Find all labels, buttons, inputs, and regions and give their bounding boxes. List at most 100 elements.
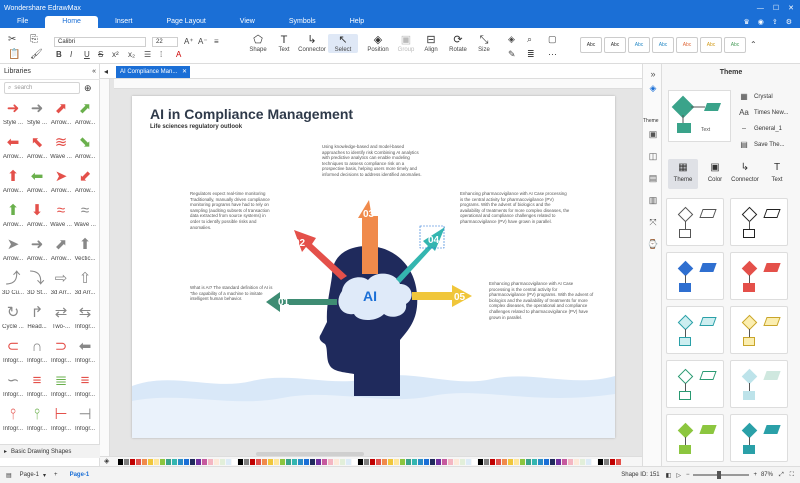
cut-icon[interactable]: ✂ — [8, 34, 16, 45]
library-shape[interactable]: ⬈ Arrow... — [73, 98, 97, 132]
theme-preview[interactable]: Text — [668, 90, 731, 142]
library-shape[interactable]: ≣ Infogr... — [49, 370, 73, 404]
color-swatch[interactable] — [250, 459, 255, 465]
library-shape[interactable]: ≋ Wave ... — [49, 132, 73, 166]
color-swatch[interactable] — [568, 459, 573, 465]
user-icon[interactable]: ◉ — [758, 18, 764, 26]
basic-drawing-shapes-section[interactable]: ▸ Basic Drawing Shapes — [0, 444, 100, 458]
color-swatch[interactable] — [436, 459, 441, 465]
line-style-icon[interactable]: ≣ — [527, 49, 535, 60]
share-icon[interactable]: ⇪ — [772, 18, 778, 26]
close-icon[interactable]: ✕ — [788, 4, 794, 12]
text-block-03[interactable]: Using knowledge-based and model-based ap… — [322, 144, 426, 178]
bold-icon[interactable]: B — [56, 50, 62, 59]
library-shape[interactable]: ➤ Arrow... — [1, 234, 25, 268]
color-swatch[interactable] — [238, 459, 243, 465]
color-swatch[interactable] — [406, 459, 411, 465]
library-shape[interactable]: ≈ Wave ... — [73, 200, 97, 234]
color-swatch[interactable] — [268, 459, 273, 465]
styles-scroll-icon[interactable]: ⌃ — [750, 40, 757, 49]
theme-option-font[interactable]: Aa Times New... — [738, 108, 788, 117]
menu-tab-file[interactable]: File — [0, 16, 45, 28]
menu-tab-insert[interactable]: Insert — [98, 16, 150, 28]
color-swatch[interactable] — [148, 459, 153, 465]
color-swatch[interactable] — [538, 459, 543, 465]
library-shape[interactable]: ➜ Arrow... — [25, 234, 49, 268]
color-swatch[interactable] — [340, 459, 345, 465]
numbered-list-icon[interactable]: ⁞ — [160, 50, 162, 59]
color-swatch[interactable] — [214, 459, 219, 465]
color-swatch[interactable] — [472, 459, 477, 465]
zoom-out-icon[interactable]: − — [686, 472, 690, 478]
color-swatch[interactable] — [202, 459, 207, 465]
color-swatch[interactable] — [304, 459, 309, 465]
zoom-slider[interactable] — [693, 471, 750, 479]
size-tool[interactable]: ⤡ Size — [469, 34, 499, 53]
library-shape[interactable]: ⇆ Infogr... — [73, 302, 97, 336]
color-swatch[interactable] — [520, 459, 525, 465]
fill-bucket-icon[interactable]: ◈ — [104, 457, 109, 465]
color-swatch[interactable] — [274, 459, 279, 465]
theme-card[interactable] — [666, 252, 724, 300]
style-preset-2[interactable]: Abc — [604, 37, 626, 53]
color-swatch[interactable] — [178, 459, 183, 465]
text-block-01[interactable]: What is AI? The standard definition of A… — [190, 285, 274, 302]
theme-card[interactable] — [730, 198, 788, 246]
color-swatch[interactable] — [598, 459, 603, 465]
color-swatch[interactable] — [352, 459, 357, 465]
color-swatch[interactable] — [400, 459, 405, 465]
library-shape[interactable]: ⬅ Infogr... — [73, 336, 97, 370]
layers-icon[interactable]: ◫ — [647, 150, 659, 162]
library-shape[interactable]: ≡ Infogr... — [25, 370, 49, 404]
strikethrough-icon[interactable]: S — [98, 50, 103, 59]
format-icon[interactable]: ◈ — [647, 82, 659, 94]
text-block-04[interactable]: Enhancing pharmacovigilance with AI Case… — [460, 191, 570, 225]
library-shape[interactable]: ⊃ Infogr... — [49, 336, 73, 370]
tab-connector[interactable]: ↳ Connector — [730, 159, 760, 189]
color-swatch[interactable] — [322, 459, 327, 465]
color-swatch[interactable] — [160, 459, 165, 465]
italic-icon[interactable]: I — [70, 50, 72, 59]
chevron-down-icon[interactable]: ▾ — [43, 472, 46, 479]
find-icon[interactable]: ⌕ — [527, 34, 532, 45]
color-swatch[interactable] — [532, 459, 537, 465]
color-swatch[interactable] — [592, 459, 597, 465]
color-swatch[interactable] — [256, 459, 261, 465]
library-shape[interactable]: ⬆ Vectic... — [73, 234, 97, 268]
style-preset-6[interactable]: Abc — [700, 37, 722, 53]
library-shape[interactable]: ⬉ Arrow... — [25, 132, 49, 166]
color-swatch[interactable] — [544, 459, 549, 465]
minimize-icon[interactable]: — — [757, 5, 764, 12]
color-swatch[interactable] — [574, 459, 579, 465]
align-tool[interactable]: ⊟ Align — [416, 34, 446, 53]
layers-icon[interactable]: ◧ — [666, 472, 672, 479]
color-swatch[interactable] — [226, 459, 231, 465]
color-swatch[interactable] — [526, 459, 531, 465]
fill-icon[interactable]: ◈ — [508, 34, 515, 45]
library-shape[interactable]: ⤵ 3D St... — [25, 268, 49, 302]
style-preset-5[interactable]: Abc — [676, 37, 698, 53]
line-color-icon[interactable]: ✎ — [508, 49, 516, 60]
chevron-right-icon[interactable]: » — [647, 68, 659, 80]
font-color-icon[interactable]: A — [176, 50, 181, 59]
color-swatch[interactable] — [190, 459, 195, 465]
drawing-page[interactable]: AI in Compliance Management Life science… — [132, 96, 615, 438]
color-swatch[interactable] — [562, 459, 567, 465]
color-swatch[interactable] — [244, 459, 249, 465]
theme-card[interactable] — [730, 360, 788, 408]
color-swatch[interactable] — [130, 459, 135, 465]
fit-page-icon[interactable]: ⤢ — [779, 472, 784, 479]
library-search-input[interactable]: ⌕ search — [4, 82, 80, 94]
color-swatch[interactable] — [286, 459, 291, 465]
theme-option-general[interactable]: ⎯ General_1 — [738, 124, 782, 134]
page-tab[interactable]: Page-1 — [70, 472, 90, 478]
color-swatch[interactable] — [172, 459, 177, 465]
subscript-icon[interactable]: x₂ — [128, 50, 135, 59]
crown-icon[interactable]: ♛ — [743, 18, 749, 26]
theme-card[interactable] — [730, 306, 788, 354]
collapse-icon[interactable]: « — [92, 68, 96, 75]
library-shape[interactable]: ⬈ Arrow... — [49, 98, 73, 132]
color-swatch[interactable] — [430, 459, 435, 465]
library-shape[interactable]: ➜ Style ... — [25, 98, 49, 132]
add-library-icon[interactable]: ⊕ — [84, 83, 92, 94]
